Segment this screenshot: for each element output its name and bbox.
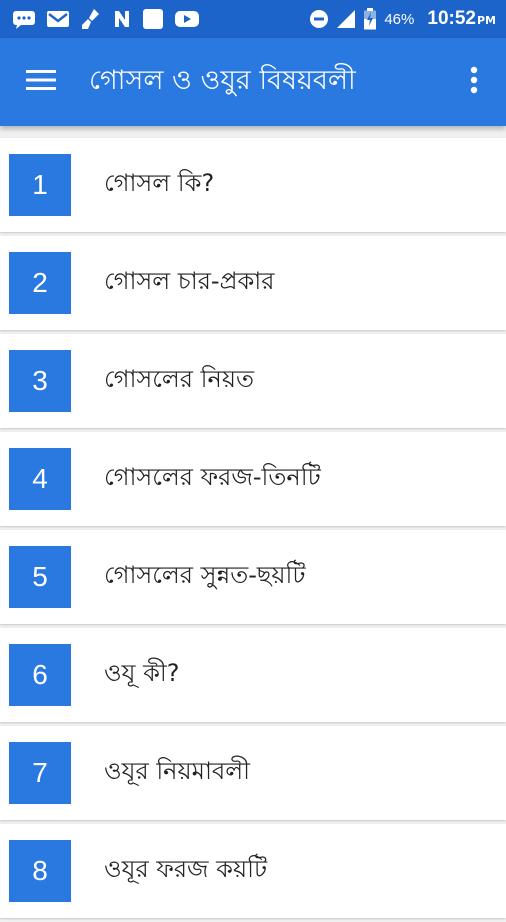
list-item[interactable]: 5 গোসলের সুন্নত-ছয়টি — [0, 530, 506, 624]
item-label: গোসল চার-প্রকার — [104, 267, 275, 295]
list-item[interactable]: 4 গোসলের ফরজ-তিনটি — [0, 432, 506, 526]
signal-icon — [336, 9, 356, 29]
item-label: গোসলের সুন্নত-ছয়টি — [104, 561, 306, 589]
item-number: 6 — [9, 644, 71, 706]
item-label: ওযূ কী? — [104, 659, 180, 687]
do-not-disturb-icon — [309, 9, 329, 29]
more-vert-icon — [470, 66, 478, 98]
cleaner-icon — [80, 8, 102, 30]
blank-app-icon — [142, 8, 164, 30]
app-bar: গোসল ও ওযুর বিষয়বলী — [0, 38, 506, 126]
gmail-icon — [46, 9, 70, 29]
battery-percent: 46% — [384, 10, 415, 28]
list-item[interactable]: 3 গোসলের নিয়ত — [0, 334, 506, 428]
item-label: গোসল কি? — [104, 169, 215, 197]
item-number: 1 — [9, 154, 71, 216]
youtube-icon — [174, 9, 200, 29]
item-number: 7 — [9, 742, 71, 804]
clock: 10:52 PM — [427, 8, 496, 30]
messages-icon — [12, 9, 36, 29]
overflow-menu-button[interactable] — [460, 54, 488, 110]
item-number: 5 — [9, 546, 71, 608]
item-number: 2 — [9, 252, 71, 314]
status-bar: 46% 10:52 PM — [0, 0, 506, 38]
n-icon — [112, 9, 132, 29]
notification-icons — [0, 8, 200, 30]
list-item[interactable]: 6 ওযূ কী? — [0, 628, 506, 722]
list-item[interactable]: 8 ওযূর ফরজ কয়টি — [0, 824, 506, 918]
item-label: গোসলের ফরজ-তিনটি — [104, 463, 321, 491]
list-item[interactable]: 7 ওযূর নিয়মাবলী — [0, 726, 506, 820]
item-label: গোসলের নিয়ত — [104, 365, 254, 393]
hamburger-menu-icon — [26, 69, 56, 95]
item-label: ওযূর নিয়মাবলী — [104, 757, 251, 785]
list-item[interactable]: 1 গোসল কি? — [0, 138, 506, 232]
topic-list: 1 গোসল কি? 2 গোসল চার-প্রকার 3 গোসলের নি… — [0, 138, 506, 922]
battery-icon — [363, 8, 377, 30]
item-number: 8 — [9, 840, 71, 902]
item-label: ওযূর ফরজ কয়টি — [104, 855, 268, 883]
clock-ampm: PM — [476, 14, 496, 27]
page-title: গোসল ও ওযুর বিষয়বলী — [89, 64, 356, 96]
system-icons: 46% 10:52 PM — [309, 8, 506, 30]
clock-time: 10:52 — [427, 8, 476, 29]
item-number: 3 — [9, 350, 71, 412]
hamburger-menu-button[interactable] — [13, 54, 69, 110]
item-number: 4 — [9, 448, 71, 510]
list-item[interactable]: 2 গোসল চার-প্রকার — [0, 236, 506, 330]
